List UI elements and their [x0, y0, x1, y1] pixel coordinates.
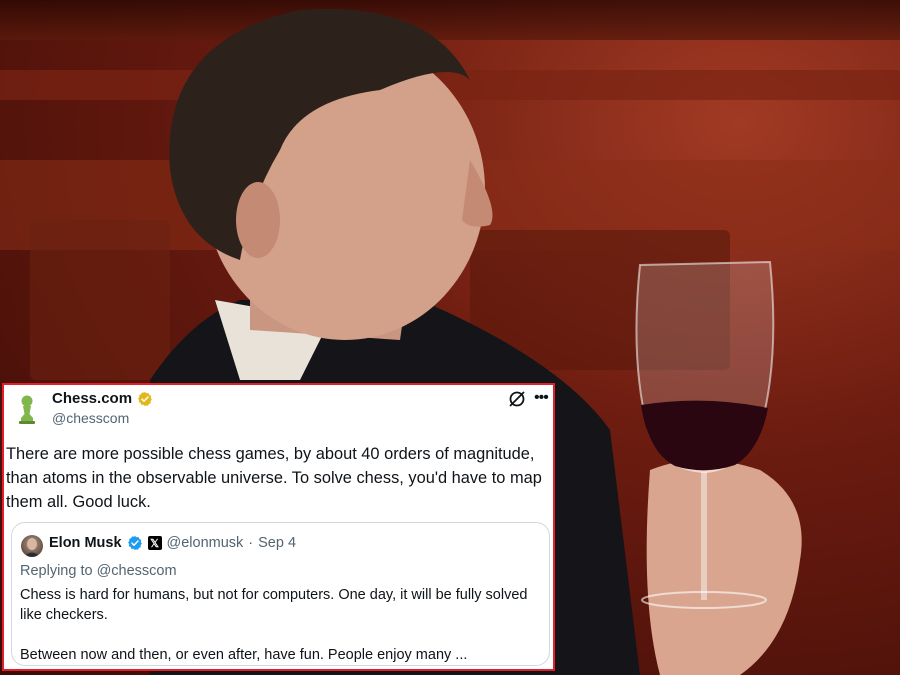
- quoted-paragraph-1: Chess is hard for humans, but not for co…: [20, 587, 528, 623]
- quoted-date[interactable]: Sep 4: [258, 535, 296, 551]
- quoted-tweet[interactable]: Elon Musk 𝕏 @elonmusk · Sep 4 Replying t…: [11, 522, 550, 666]
- tweet-card[interactable]: Chess.com @chesscom ••• There are more p…: [2, 383, 555, 671]
- tweet-text: There are more possible chess games, by …: [6, 445, 542, 511]
- quoted-header: Elon Musk 𝕏 @elonmusk · Sep 4: [49, 535, 296, 551]
- replying-to: Replying to @chesscom: [20, 563, 177, 579]
- quoted-paragraph-2: Between now and then, or even after, hav…: [20, 647, 468, 663]
- verified-blue-icon: [127, 536, 142, 550]
- author-handle[interactable]: @chesscom: [52, 410, 129, 426]
- meta-separator: ·: [248, 535, 254, 551]
- x-affiliation-icon: 𝕏: [147, 536, 162, 550]
- quoted-author-name[interactable]: Elon Musk: [49, 535, 122, 551]
- author-name[interactable]: Chess.com: [52, 390, 132, 407]
- more-icon[interactable]: •••: [534, 389, 549, 407]
- avatar[interactable]: [21, 535, 43, 557]
- grok-icon[interactable]: [507, 389, 527, 409]
- pawn-avatar-icon[interactable]: [14, 394, 40, 424]
- quoted-text: Chess is hard for humans, but not for co…: [20, 585, 530, 685]
- replying-prefix: Replying to: [20, 563, 93, 579]
- quoted-author-handle[interactable]: @elonmusk: [167, 535, 244, 551]
- tweet-author[interactable]: Chess.com: [52, 390, 153, 407]
- verified-gold-icon: [138, 391, 152, 406]
- replying-handle[interactable]: @chesscom: [97, 563, 177, 579]
